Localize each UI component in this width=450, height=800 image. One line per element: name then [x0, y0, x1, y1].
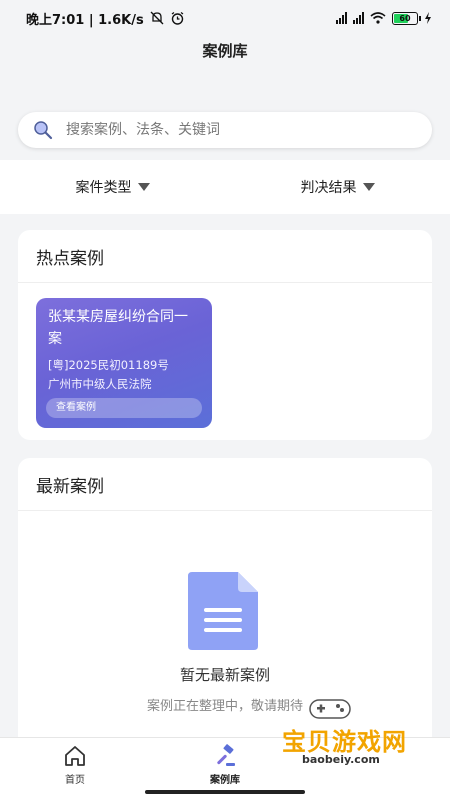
hot-case-card[interactable]: 张某某房屋纠纷合同一案 [粤]2025民初01189号 广州市中级人民法院 查看… — [36, 298, 212, 428]
nav-label: 案例库 — [210, 775, 240, 786]
wifi-icon — [370, 12, 386, 24]
nav-item-home[interactable]: 首页 — [0, 738, 150, 800]
nav-label: 首页 — [65, 775, 85, 786]
section-title: 最新案例 — [18, 458, 432, 511]
empty-title: 暂无最新案例 — [179, 666, 270, 684]
filter-label: 判决结果 — [300, 180, 357, 196]
signal-icon — [353, 12, 364, 24]
status-bar: 晚上7:01 | 1.6K/s 60 — [0, 0, 450, 36]
search-input[interactable] — [64, 121, 432, 139]
status-right: 60 — [336, 11, 432, 25]
dropdown-triangle-icon — [137, 183, 150, 191]
charging-icon — [425, 12, 431, 24]
filter-case-type[interactable]: 案件类型 — [0, 177, 225, 197]
signal-icon — [336, 12, 347, 24]
mute-icon — [150, 11, 164, 25]
watermark-text: 宝贝游戏网 — [282, 728, 407, 756]
document-icon — [188, 572, 258, 650]
search-bar — [18, 112, 432, 148]
case-name: 张某某房屋纠纷合同一案 — [48, 309, 188, 347]
view-case-button[interactable]: 查看案例 — [46, 398, 202, 418]
section-title: 热点案例 — [18, 230, 432, 283]
gamepad-icon — [309, 699, 351, 719]
battery-icon: 60 — [392, 11, 421, 25]
filter-bar: 案件类型 判决结果 — [0, 160, 450, 214]
battery-level: 60 — [399, 13, 411, 23]
watermark-url: baobeiy.com — [302, 753, 380, 766]
hot-cases-section: 热点案例 张某某房屋纠纷合同一案 [粤]2025民初01189号 广州市中级人民… — [18, 230, 432, 440]
filter-label: 案件类型 — [75, 180, 132, 196]
case-number: [粤]2025民初01189号 — [48, 358, 169, 372]
empty-state: 暂无最新案例 案例正在整理中，敬请期待 — [18, 568, 432, 714]
status-left: 晚上7:01 | 1.6K/s — [26, 9, 185, 28]
dropdown-triangle-icon — [362, 183, 375, 191]
status-time: 晚上7:01 | 1.6K/s — [26, 12, 144, 28]
alarm-icon — [171, 11, 184, 25]
watermark: 宝贝游戏网 baobeiy.com — [274, 696, 424, 776]
case-court: 广州市中级人民法院 — [48, 377, 152, 391]
gavel-icon — [217, 744, 235, 766]
search-box[interactable] — [18, 112, 432, 148]
home-icon — [65, 746, 85, 766]
page-title: 案例库 — [202, 42, 248, 60]
home-indicator — [145, 790, 305, 794]
filter-judgment-result[interactable]: 判决结果 — [225, 177, 450, 197]
search-icon — [34, 121, 53, 140]
